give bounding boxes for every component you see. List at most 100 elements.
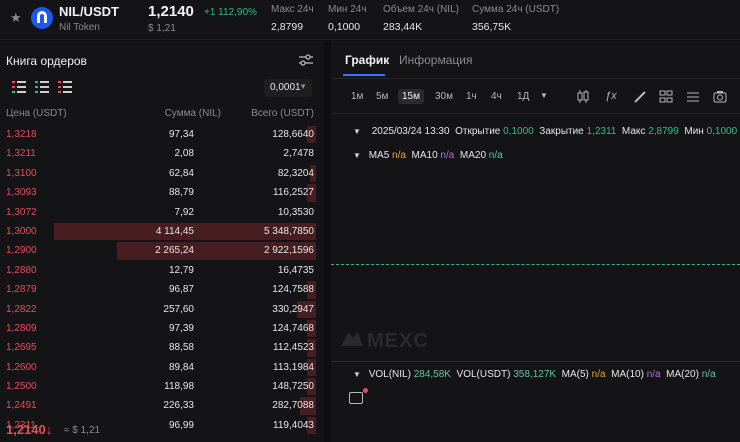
footer-last-price: 1,2140↓ bbox=[6, 422, 53, 437]
ask-price: 1,2491 bbox=[6, 400, 37, 412]
ask-total: 2 922,1596 bbox=[263, 245, 314, 257]
ask-row[interactable]: 1,2500 118,98 148,7250 bbox=[0, 377, 324, 396]
ask-amount: 118,98 bbox=[164, 381, 194, 393]
interval-30m[interactable]: 30м bbox=[431, 89, 457, 104]
stat-high-24h: Макс 24ч 2,8799 bbox=[271, 4, 314, 33]
ask-row[interactable]: 1,2695 88,58 112,4523 bbox=[0, 338, 324, 357]
ask-row[interactable]: 1,2491 226,33 282,7088 bbox=[0, 396, 324, 415]
ask-amount: 257,60 bbox=[163, 303, 194, 315]
last-price-line bbox=[331, 264, 740, 265]
favorite-star-icon[interactable]: ★ bbox=[10, 10, 22, 26]
open-label: Открытие bbox=[455, 126, 501, 137]
ask-rows: 1,3218 97,34 128,6640 1,3211 2,08 2,7478 1,310… bbox=[0, 125, 324, 435]
ask-row[interactable]: 1,2600 89,84 113,1984 bbox=[0, 358, 324, 377]
ask-price: 1,2822 bbox=[6, 303, 37, 315]
stat-volume-24h: Объем 24ч (NIL) 283,44K bbox=[383, 4, 459, 33]
ask-row[interactable]: 1,2809 97,39 124,7468 bbox=[0, 319, 324, 338]
vol-nil-value: 284,58K bbox=[413, 369, 451, 380]
ask-amount: 88,58 bbox=[168, 342, 194, 354]
ask-amount: 4 114,45 bbox=[155, 225, 194, 237]
ask-price: 1,3093 bbox=[6, 187, 37, 199]
ma10-value: n/a bbox=[440, 150, 455, 161]
collapse-chevron-icon[interactable]: ▼ bbox=[353, 127, 361, 136]
ask-row[interactable]: 1,3218 97,34 128,6640 bbox=[0, 125, 324, 144]
view-asks-icon[interactable] bbox=[58, 81, 72, 93]
high-label: Макс bbox=[621, 126, 646, 137]
pair-symbol[interactable]: NIL/USDT bbox=[59, 4, 119, 19]
ma5-label: MA5 bbox=[368, 150, 390, 161]
ask-row[interactable]: 1,2900 2 265,24 2 922,1596 bbox=[0, 241, 324, 260]
toolbar-divider bbox=[331, 113, 740, 114]
camera-snapshot-icon[interactable] bbox=[713, 90, 727, 103]
vol-ma5-label: MA(5) bbox=[561, 369, 589, 380]
drawing-pencil-icon[interactable] bbox=[633, 90, 647, 103]
ask-price: 1,3100 bbox=[6, 167, 37, 179]
stat-turnover-24h: Сумма 24ч (USDT) 356,75K bbox=[472, 4, 559, 33]
stat-low-24h: Мин 24ч 0,1000 bbox=[328, 4, 367, 33]
last-price: 1,2140 bbox=[148, 3, 194, 20]
settings-list-icon[interactable] bbox=[686, 90, 700, 103]
ask-total: 112,4523 bbox=[273, 342, 314, 354]
interval-1m[interactable]: 1м bbox=[347, 89, 367, 104]
ask-total: 10,3530 bbox=[277, 206, 314, 218]
interval-15m[interactable]: 15м bbox=[398, 89, 424, 104]
collapse-chevron-icon[interactable]: ▼ bbox=[353, 370, 361, 379]
ask-total: 330,2947 bbox=[272, 303, 314, 315]
ask-price: 1,3218 bbox=[6, 129, 37, 140]
ask-total: 2,7478 bbox=[283, 148, 314, 160]
column-header-price: Цена (USDT) bbox=[6, 108, 67, 119]
candle-type-icon[interactable] bbox=[576, 90, 590, 103]
low-value: 0,1000 bbox=[706, 126, 738, 137]
ask-row[interactable]: 1,2879 96,87 124,7588 bbox=[0, 280, 324, 299]
column-header-amount: Сумма (NIL) bbox=[164, 108, 221, 119]
vol-ma10-label: MA(10) bbox=[611, 369, 644, 380]
interval-5m[interactable]: 5м bbox=[372, 89, 392, 104]
interval-1h[interactable]: 1ч bbox=[462, 89, 481, 104]
active-tab-indicator bbox=[343, 74, 385, 76]
precision-select[interactable]: 0,0001 ▼ bbox=[264, 79, 312, 97]
nil-token-logo bbox=[31, 7, 53, 29]
stat-value: 356,75K bbox=[472, 21, 512, 33]
tab-info[interactable]: Информация bbox=[399, 53, 472, 67]
ask-amount: 97,39 bbox=[168, 322, 194, 334]
tab-chart[interactable]: График bbox=[345, 53, 389, 67]
interval-1d[interactable]: 1Д bbox=[513, 89, 533, 104]
ask-row[interactable]: 1,3000 4 114,45 5 348,7850 bbox=[0, 222, 324, 241]
ask-total: 128,6640 bbox=[272, 129, 314, 140]
indicators-fx-icon[interactable]: ƒx bbox=[605, 90, 619, 103]
ask-price: 1,2880 bbox=[6, 264, 37, 276]
close-value: 1,2311 bbox=[586, 126, 617, 137]
view-bids-icon[interactable] bbox=[35, 81, 49, 93]
order-book-title: Книга ордеров bbox=[6, 54, 87, 68]
volume-pane-separator[interactable] bbox=[331, 361, 740, 362]
interval-4h[interactable]: 4ч bbox=[487, 89, 506, 104]
ask-total: 116,2527 bbox=[273, 187, 314, 199]
ask-row[interactable]: 1,3072 7,92 10,3530 bbox=[0, 203, 324, 222]
ask-row[interactable]: 1,2822 257,60 330,2947 bbox=[0, 300, 324, 319]
tab-divider bbox=[331, 78, 740, 79]
settings-sliders-icon[interactable] bbox=[298, 53, 314, 67]
ask-total: 113,1984 bbox=[273, 361, 314, 373]
ticker-header: ★ NIL/USDT Nil Token 1,2140 +1 112,90% $… bbox=[0, 0, 740, 40]
chat-icon[interactable] bbox=[349, 392, 363, 404]
close-label: Закрытие bbox=[539, 126, 584, 137]
column-header-total: Всего (USDT) bbox=[251, 108, 314, 119]
ask-row[interactable]: 1,2880 12,79 16,4735 bbox=[0, 261, 324, 280]
token-name: Nil Token bbox=[59, 22, 100, 33]
ask-row[interactable]: 1,3093 88,79 116,2527 bbox=[0, 183, 324, 202]
view-both-icon[interactable] bbox=[12, 81, 26, 93]
layout-grid-icon[interactable] bbox=[659, 90, 673, 103]
collapse-chevron-icon[interactable]: ▼ bbox=[353, 151, 361, 160]
arrow-down-icon: ↓ bbox=[45, 422, 53, 437]
ask-price: 1,2879 bbox=[6, 284, 37, 296]
stat-label: Сумма 24ч (USDT) bbox=[472, 4, 560, 15]
ask-row[interactable]: 1,3100 62,84 82,3204 bbox=[0, 164, 324, 183]
more-intervals-chevron-icon[interactable]: ▼ bbox=[540, 91, 554, 104]
ask-row[interactable]: 1,3211 2,08 2,7478 bbox=[0, 144, 324, 163]
stat-label: Объем 24ч (NIL) bbox=[383, 4, 459, 15]
ma20-value: n/a bbox=[488, 150, 503, 161]
ask-amount: 226,33 bbox=[163, 400, 194, 412]
ask-amount: 62,84 bbox=[168, 167, 194, 179]
ask-amount: 88,79 bbox=[168, 187, 194, 199]
vol-ma20-value: n/a bbox=[701, 369, 716, 380]
